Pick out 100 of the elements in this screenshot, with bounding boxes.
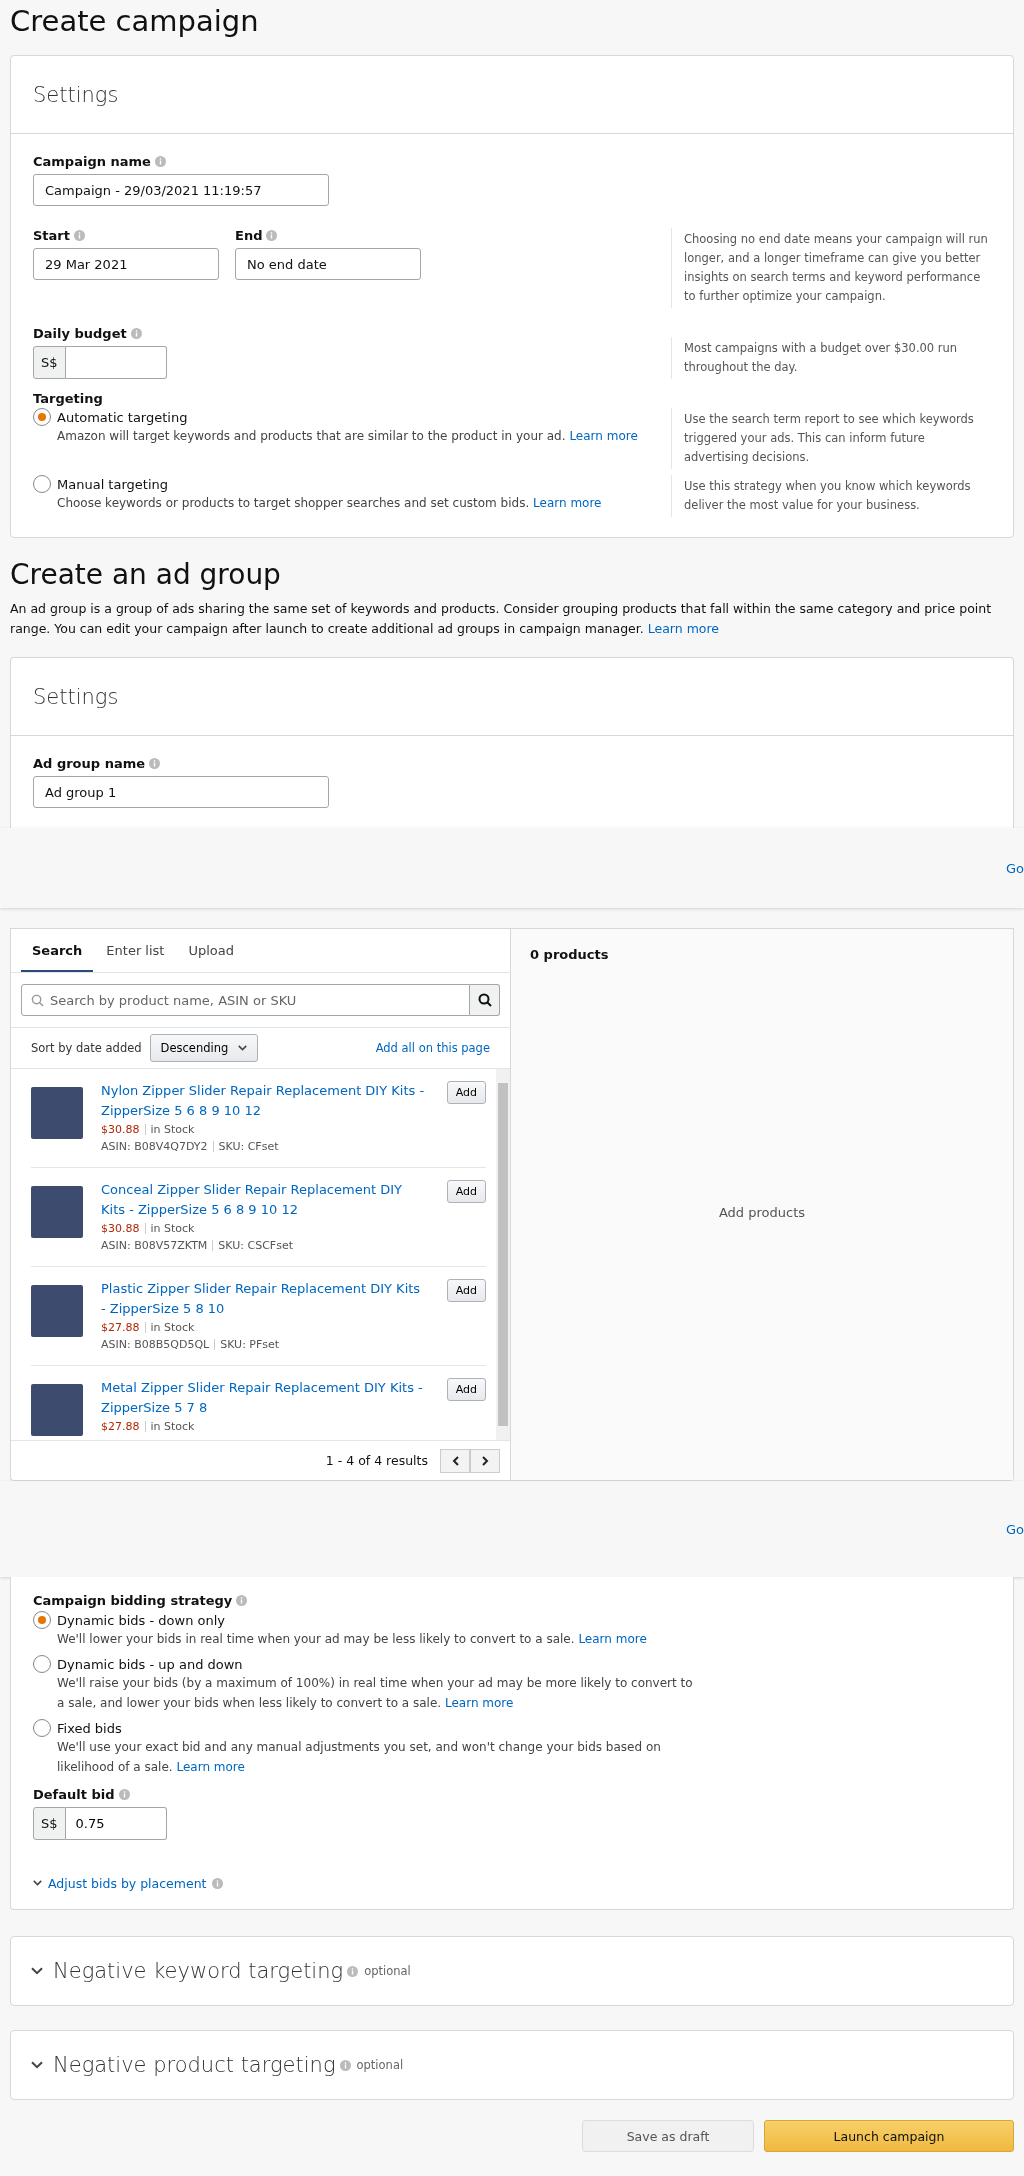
product-photo <box>31 1087 83 1139</box>
search-button[interactable] <box>470 984 500 1016</box>
section-title: Negative keyword targeting <box>53 1959 344 1983</box>
product-title-link[interactable]: Plastic Zipper Slider Repair Replacement DIY Kits - ZipperSize 5 8 10 <box>101 1279 429 1319</box>
radio-button[interactable] <box>33 475 51 493</box>
info-icon <box>211 1878 223 1889</box>
tab[interactable]: Upload <box>177 943 245 972</box>
default-bid-field[interactable]: 0.75 <box>65 1807 167 1840</box>
info-icon <box>130 328 142 339</box>
help-text: Choosing no end date means your campaign will run longer, and a longer timeframe can give you better insights on search terms and keyword performance to further optimize your campaign. <box>671 228 991 308</box>
option-description: We'll lower your bids in real time when your ad may be less likely to convert to a sale. Learn more <box>57 1631 648 1648</box>
tab[interactable]: Enter list <box>95 943 176 972</box>
field-label: Daily budget <box>33 326 127 341</box>
ad-group-name-field[interactable]: Ad group 1 <box>33 776 329 808</box>
product-sku: SKU: PFset <box>220 1337 280 1353</box>
previous-page-button[interactable] <box>440 1448 470 1473</box>
radio-button[interactable] <box>33 408 51 426</box>
product-title-link[interactable]: Nylon Zipper Slider Repair Replacement DIY Kits - ZipperSize 5 6 8 9 10 12 <box>101 1081 429 1121</box>
option-description: Amazon will target keywords and products that are similar to the product in your ad. Learn more <box>57 428 639 445</box>
section-title: Create an ad group <box>10 558 282 591</box>
field-label: Ad group name <box>33 756 146 771</box>
radio-button[interactable] <box>33 1655 51 1673</box>
info-icon <box>118 1789 130 1800</box>
field-label: Start <box>33 228 70 243</box>
next-page-button[interactable] <box>470 1448 500 1473</box>
info-icon <box>347 1965 359 1977</box>
pagination-text: 1 - 4 of 4 results <box>325 1453 428 1468</box>
option-description: We'll use your exact bid and any manual adjustments you set, and won't change your bids based on likelihood of a sale. Learn more <box>57 1739 662 1776</box>
learn-more-link[interactable]: Learn more <box>533 496 602 510</box>
product-price: $27.88 <box>101 1320 140 1336</box>
radio-button[interactable] <box>33 1611 51 1629</box>
chevron-down-icon <box>31 2060 43 2070</box>
product-photo <box>31 1384 83 1436</box>
search-field[interactable]: Search by product name, ASIN or SKU <box>21 984 470 1016</box>
tab[interactable]: Search <box>21 943 94 972</box>
info-icon <box>74 230 85 241</box>
selected-count: 0 products <box>530 947 610 962</box>
add-product-button[interactable]: Add <box>446 1378 486 1401</box>
go-link[interactable]: Go <box>1005 1521 1024 1537</box>
option-description: Choose keywords or products to target shopper searches and set custom bids. Learn more <box>57 495 603 512</box>
learn-more-link[interactable]: Learn more <box>647 621 720 636</box>
stock-status: in Stock <box>150 1419 195 1435</box>
add-product-button[interactable]: Add <box>446 1279 486 1302</box>
field-label: End <box>235 228 263 243</box>
add-all-link[interactable]: Add all on this page <box>375 1041 490 1055</box>
learn-more-link[interactable]: Learn more <box>569 429 638 443</box>
campaign-name-field[interactable]: Campaign - 29/03/2021 11:19:57 <box>33 174 329 206</box>
product-price: $30.88 <box>101 1221 140 1237</box>
chevron-down-icon <box>238 1044 248 1052</box>
product-title-link[interactable]: Metal Zipper Slider Repair Replacement DIY Kits - ZipperSize 5 7 8 <box>101 1378 429 1418</box>
learn-more-link[interactable]: Learn more <box>176 1760 245 1774</box>
go-link[interactable]: Go <box>1005 860 1024 876</box>
start-date-field[interactable]: 29 Mar 2021 <box>33 248 219 280</box>
help-text: Use the search term report to see which keywords triggered your ads. This can inform future advertising decisions. <box>671 408 991 469</box>
info-icon <box>339 2059 351 2071</box>
product-title-link[interactable]: Conceal Zipper Slider Repair Replacement DIY Kits - ZipperSize 5 6 8 9 10 12 <box>101 1180 429 1220</box>
product-photo <box>31 1186 83 1238</box>
section-description: An ad group is a group of ads sharing the same set of keywords and products. Consider grouping products that fall within the same category and price point range. You can edit your campaign after launch to create additional ad groups in campaign manager. Learn more <box>10 600 993 638</box>
product-asin: ASIN: B08B5QD5QL <box>101 1337 210 1353</box>
help-text: Use this strategy when you know which keywords deliver the most value for your business. <box>671 475 991 517</box>
option-label: Dynamic bids - up and down <box>57 1656 243 1672</box>
end-date-field[interactable]: No end date <box>235 248 421 280</box>
budget-field[interactable] <box>65 346 167 379</box>
radio-button[interactable] <box>33 1719 51 1737</box>
launch-button[interactable]: Launch campaign <box>764 2120 1014 2152</box>
chevron-right-icon <box>481 1455 489 1466</box>
collapsed-section[interactable]: Negative product targeting optional <box>10 2030 1014 2100</box>
info-icon <box>149 758 161 769</box>
scrollbar[interactable] <box>496 1069 510 1440</box>
adjust-bids-link[interactable]: Adjust bids by placement <box>33 1876 207 1891</box>
product-sku: SKU: CFset <box>218 1139 279 1155</box>
info-icon <box>236 1595 248 1606</box>
learn-more-link[interactable]: Learn more <box>445 1696 514 1710</box>
currency-label: S$ <box>33 346 66 379</box>
add-product-button[interactable]: Add <box>446 1081 486 1104</box>
stock-status: in Stock <box>150 1320 195 1336</box>
help-text: Most campaigns with a budget over $30.00 run throughout the day. <box>671 337 991 379</box>
stock-status: in Stock <box>150 1122 195 1138</box>
card-title: Settings <box>11 56 1013 134</box>
add-product-button[interactable]: Add <box>446 1180 486 1203</box>
optional-note: optional <box>364 1964 411 1978</box>
field-label: Campaign bidding strategy <box>33 1593 233 1608</box>
product-photo <box>31 1285 83 1337</box>
currency-label: S$ <box>33 1807 66 1840</box>
search-icon <box>477 993 492 1007</box>
product-asin: ASIN: B08V57ZKTM <box>101 1238 208 1254</box>
option-label: Dynamic bids - down only <box>57 1612 226 1628</box>
info-icon <box>266 230 278 241</box>
product-sku: SKU: CSCFset <box>218 1238 293 1254</box>
search-icon <box>31 994 44 1007</box>
page-title: Create campaign <box>10 3 260 40</box>
product-price: $30.88 <box>101 1122 140 1138</box>
field-label: Targeting <box>33 391 103 406</box>
collapsed-section[interactable]: Negative keyword targeting optional <box>10 1936 1014 2006</box>
chevron-down-icon <box>33 1880 42 1887</box>
sort-dropdown[interactable]: Descending <box>149 1034 259 1062</box>
optional-note: optional <box>356 2058 404 2072</box>
section-title: Negative product targeting <box>53 2053 336 2077</box>
save-draft-button[interactable]: Save as draft <box>582 2120 754 2152</box>
learn-more-link[interactable]: Learn more <box>578 1632 647 1646</box>
